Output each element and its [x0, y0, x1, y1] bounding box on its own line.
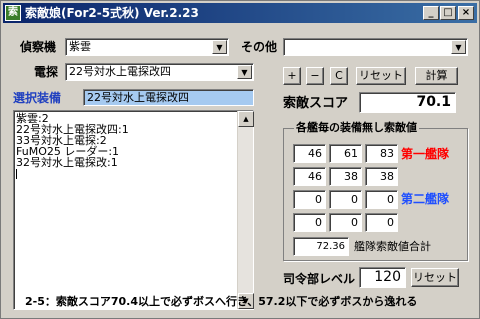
fleet2-ship1-row2[interactable]: 0 [293, 213, 326, 232]
chevron-down-icon[interactable]: ▼ [451, 40, 466, 54]
fleet1-ship1-row2[interactable]: 46 [293, 167, 326, 186]
hq-level-input[interactable]: 120 [359, 267, 406, 288]
hq-reset-button[interactable]: リセット [411, 268, 459, 287]
other-label: その他 [241, 40, 278, 54]
fleet1-ship3-row1[interactable]: 83 [365, 144, 398, 163]
memo-text: 紫雲:2 22号対水上電探改四:1 33号対水上電探:2 FuMO25 レーダー:1 3… [14, 111, 253, 179]
fleet1-ship3-row2[interactable]: 38 [365, 167, 398, 186]
footer-note: 2-5：索敵スコア70.4以上で必ずボスへ行き、57.2以下で必ずボスから逸れる [25, 295, 418, 308]
fleet2-ship2-row2[interactable]: 0 [329, 213, 362, 232]
calculate-button[interactable]: 計算 [415, 67, 458, 85]
recon-label: 偵察機 [20, 40, 57, 54]
fleet-total-value: 72.36 [293, 237, 349, 256]
score-value: 70.1 [359, 92, 456, 113]
clear-button[interactable]: C [330, 67, 348, 85]
score-label: 索敵スコア [283, 96, 349, 111]
fleet2-ship1-row1[interactable]: 0 [293, 190, 326, 209]
ship-recon-group-title: 各艦毎の装備無し索敵値 [294, 121, 419, 135]
fleet1-ship2-row1[interactable]: 61 [329, 144, 362, 163]
selected-equipment-value: 22号対水上電探改四 [87, 91, 189, 104]
equipment-memo[interactable]: 紫雲:2 22号対水上電探改四:1 33号対水上電探:2 FuMO25 レーダー:1 3… [13, 110, 254, 310]
fleet2-label: 第二艦隊 [401, 192, 450, 206]
hq-level-label: 司令部レベル [283, 272, 356, 286]
plus-button[interactable]: + [283, 67, 301, 85]
fleet2-ship2-row1[interactable]: 0 [329, 190, 362, 209]
radar-select[interactable]: 22号対水上電探改四 ▼ [65, 63, 254, 81]
fleet2-ship3-row2[interactable]: 0 [365, 213, 398, 232]
reset-button[interactable]: リセット [356, 67, 406, 85]
minimize-button[interactable]: _ [423, 6, 439, 20]
fleet1-ship2-row2[interactable]: 38 [329, 167, 362, 186]
chevron-down-icon[interactable]: ▼ [237, 65, 252, 79]
memo-line: 32号対水上電探改:1 [16, 156, 118, 169]
selected-equipment-field: 22号対水上電探改四 [83, 89, 254, 106]
text-cursor [16, 169, 17, 179]
selected-equipment-label: 選択装備 [13, 91, 62, 105]
scroll-up-icon[interactable]: ▲ [238, 111, 254, 127]
radar-label: 電探 [34, 65, 59, 79]
fleet-total-label: 艦隊索敵値合計 [354, 240, 431, 253]
fleet1-label: 第一艦隊 [401, 147, 450, 161]
close-button[interactable]: × [458, 6, 474, 20]
minus-button[interactable]: − [306, 67, 324, 85]
chevron-down-icon[interactable]: ▼ [212, 40, 227, 54]
maximize-button[interactable]: □ [440, 6, 456, 20]
title-bar[interactable]: 索 索敵娘(For2-5式秋) Ver.2.23 _ □ × [3, 3, 477, 23]
memo-scrollbar[interactable]: ▲ ▼ [237, 111, 254, 309]
recon-select-value: 紫雲 [69, 40, 91, 53]
fleet2-ship3-row1[interactable]: 0 [365, 190, 398, 209]
other-select[interactable]: ▼ [283, 38, 468, 56]
radar-select-value: 22号対水上電探改四 [69, 65, 171, 78]
app-icon: 索 [5, 5, 21, 21]
fleet1-ship1-row1[interactable]: 46 [293, 144, 326, 163]
recon-select[interactable]: 紫雲 ▼ [65, 38, 229, 56]
window-title: 索敵娘(For2-5式秋) Ver.2.23 [25, 6, 199, 20]
app-window: 索 索敵娘(For2-5式秋) Ver.2.23 _ □ × 偵察機 紫雲 ▼ … [0, 0, 480, 319]
